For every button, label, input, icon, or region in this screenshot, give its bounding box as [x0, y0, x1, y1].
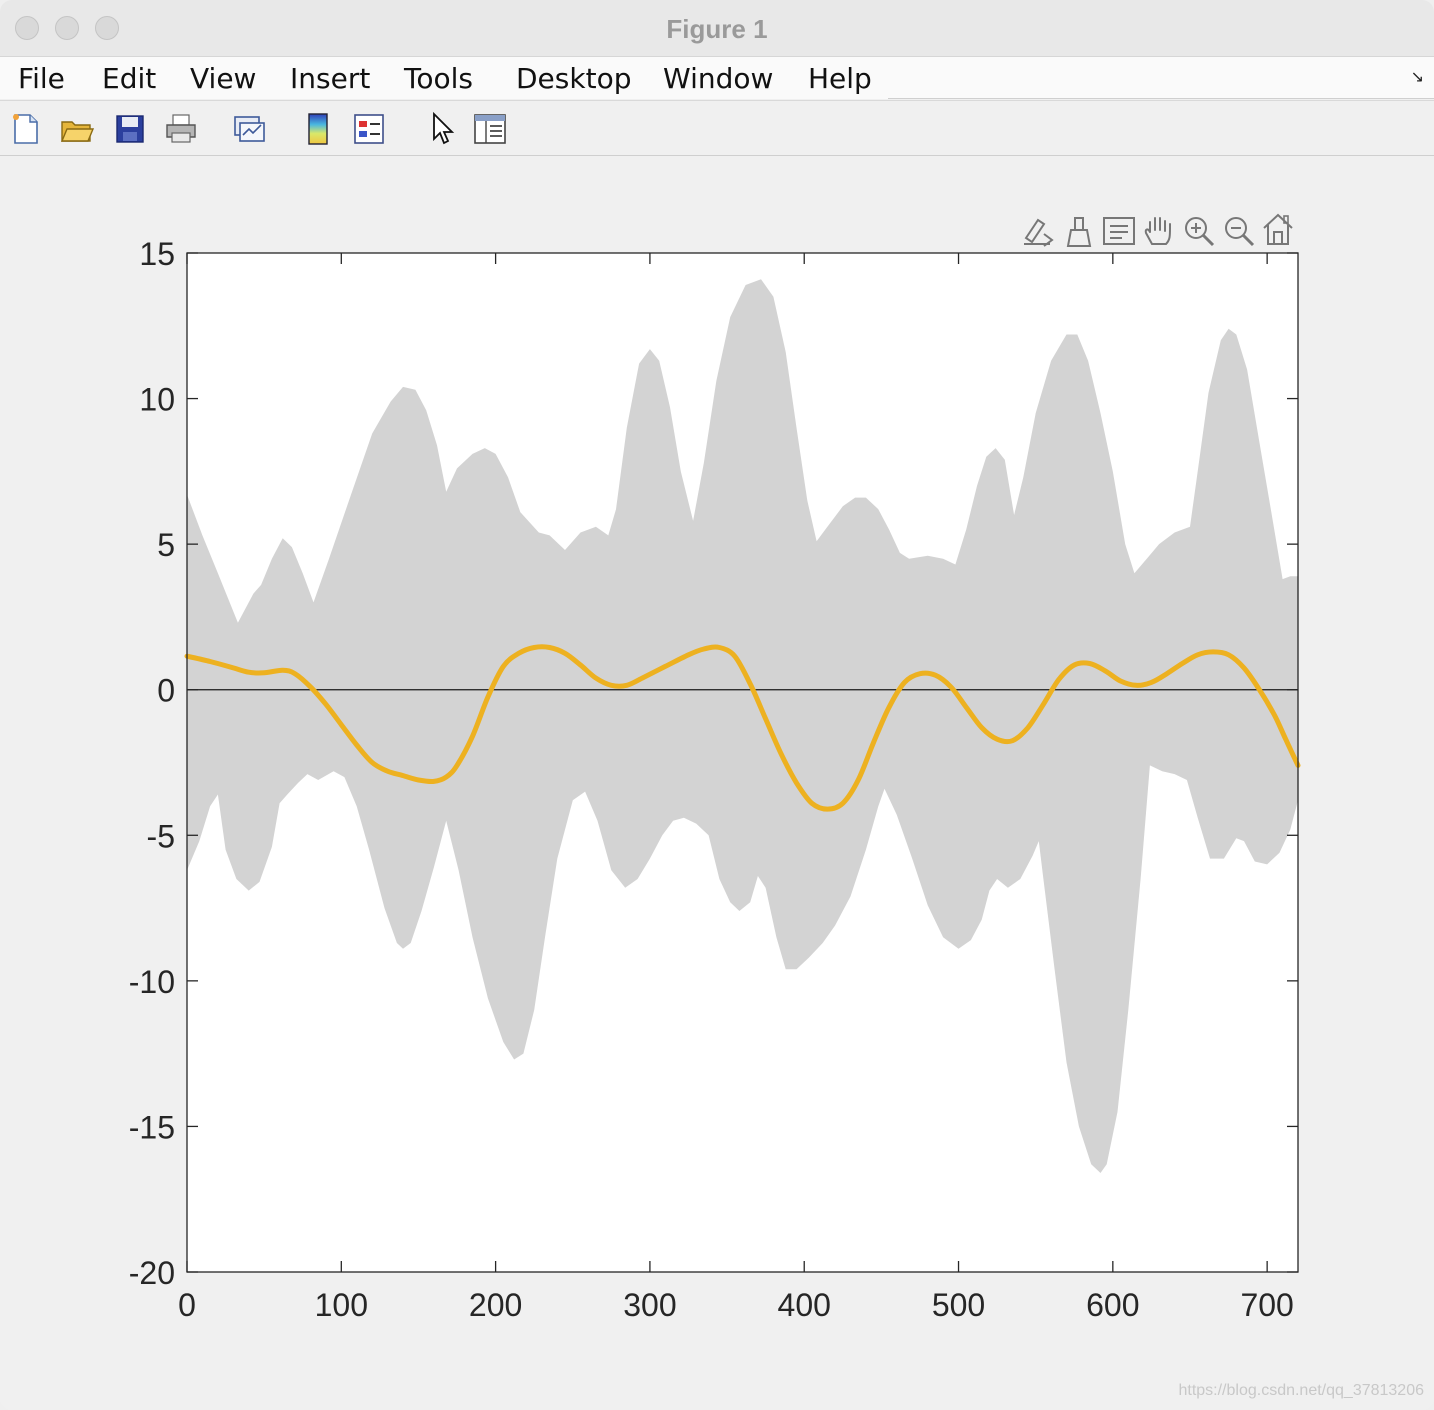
menu-file[interactable]: File: [18, 62, 65, 95]
undock-arrow-icon[interactable]: ↘: [1411, 67, 1424, 87]
figure-toolbar: [0, 100, 1434, 156]
home-icon[interactable]: [1263, 213, 1293, 245]
y-tick-label: 10: [139, 382, 175, 418]
y-tick-label: 0: [157, 673, 175, 709]
x-tick-label: 300: [623, 1287, 676, 1323]
x-tick-label: 200: [469, 1287, 522, 1323]
menu-insert[interactable]: Insert: [290, 62, 370, 95]
print-icon[interactable]: [163, 111, 199, 147]
y-tick-label: -15: [129, 1109, 175, 1145]
export-icon[interactable]: [1024, 218, 1054, 247]
insert-colorbar-icon[interactable]: [300, 111, 336, 147]
axes-toolbar: [1024, 213, 1293, 247]
watermark: https://blog.csdn.net/qq_37813206: [1178, 1382, 1424, 1399]
y-tick-label: -5: [147, 818, 175, 854]
menu-bar: File Edit View Insert Tools Desktop Wind…: [0, 57, 1434, 99]
menu-tools[interactable]: Tools: [404, 62, 473, 95]
data-tips-icon[interactable]: [1103, 217, 1135, 245]
menu-help[interactable]: Help: [808, 62, 872, 95]
title-bar: Figure 1: [0, 0, 1434, 57]
property-inspector-icon[interactable]: [472, 111, 508, 147]
y-tick-label: -10: [129, 964, 175, 1000]
x-tick-label: 400: [778, 1287, 831, 1323]
x-tick-label: 0: [178, 1287, 196, 1323]
zoom-out-icon[interactable]: [1225, 217, 1255, 247]
figure-window: Figure 1 File Edit View Insert Tools Des…: [0, 0, 1434, 1410]
x-tick-label: 500: [932, 1287, 985, 1323]
pan-hand-icon[interactable]: [1144, 217, 1171, 245]
zoom-in-icon[interactable]: [1185, 217, 1215, 247]
x-tick-label: 100: [315, 1287, 368, 1323]
y-tick-label: 5: [157, 527, 175, 563]
figure-canvas: 0 100 200 300 400 500 600 700 15 10 5 0 -5 -10 -15 -20: [0, 156, 1434, 1410]
save-icon[interactable]: [112, 111, 148, 147]
menu-edit[interactable]: Edit: [102, 62, 156, 95]
x-tick-label: 600: [1086, 1287, 1139, 1323]
new-figure-icon[interactable]: [8, 111, 44, 147]
open-file-icon[interactable]: [59, 111, 95, 147]
menu-desktop[interactable]: Desktop: [516, 62, 631, 95]
edit-plot-pointer-icon[interactable]: [424, 111, 460, 147]
menu-window[interactable]: Window: [663, 62, 773, 95]
insert-legend-icon[interactable]: [351, 111, 387, 147]
chart: 0 100 200 300 400 500 600 700 15 10 5 0 -5 -10 -15 -20: [129, 213, 1301, 1323]
window-title: Figure 1: [666, 14, 768, 44]
x-tick-label: 700: [1240, 1287, 1293, 1323]
link-plot-icon[interactable]: [231, 111, 267, 147]
menu-separator: [888, 98, 1434, 99]
menu-view[interactable]: View: [190, 62, 256, 95]
brush-icon[interactable]: [1066, 217, 1092, 247]
y-tick-label: -20: [129, 1255, 175, 1291]
y-tick-label: 15: [139, 236, 175, 272]
